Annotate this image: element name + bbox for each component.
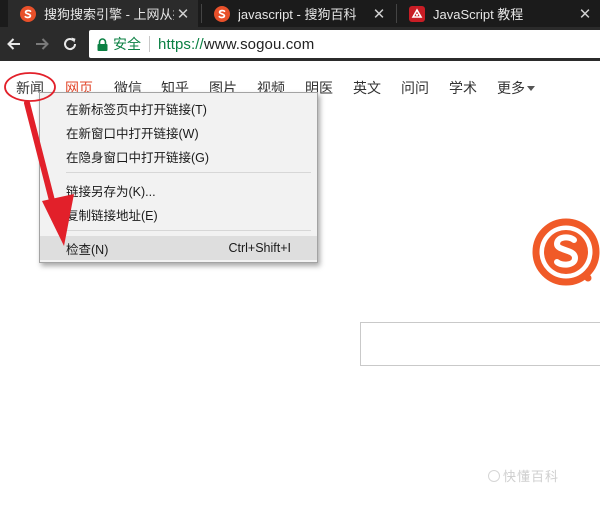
tab-title: 搜狗搜索引擎 - 上网从搜 [44,7,174,22]
arrow-right-icon [36,38,49,50]
menu-item-label: 在隐身窗口中打开链接(G) [66,150,210,165]
search-input[interactable] [360,322,600,366]
watermark-text: 快懂百科 [503,469,560,484]
url-scheme: https:// [158,35,204,53]
menu-item-copy-link-address[interactable]: 复制链接地址(E) [40,202,317,226]
sogou-favicon-icon [20,5,36,22]
address-bar[interactable]: 安全 https://www.sogou.com [89,30,600,58]
menu-item-save-link-as[interactable]: 链接另存为(K)... [40,178,317,202]
runoob-favicon-icon [409,5,425,22]
close-tab-icon[interactable]: ✕ [576,5,594,23]
menu-item-label: 检查(N) [66,242,109,257]
menu-item-inspect[interactable]: 检查(N) Ctrl+Shift+I [40,236,317,260]
menu-item-label: 链接另存为(K)... [66,184,156,199]
menu-separator [66,230,311,231]
menu-item-label: 在新窗口中打开链接(W) [66,126,199,141]
watermark-logo-icon [488,469,500,482]
tab-title: JavaScript 教程 [433,7,524,22]
watermark: 快懂百科 [488,466,559,485]
close-tab-icon[interactable]: ✕ [370,5,388,23]
address-divider [149,36,150,52]
close-tab-icon[interactable]: ✕ [174,5,192,23]
tab-javascript-tutorial[interactable]: JavaScript 教程 ✕ [397,0,600,27]
nav-item-more[interactable]: 更多 [497,78,535,98]
tab-strip: 搜狗搜索引擎 - 上网从搜 ✕ javascript - 搜狗百科 ✕ Java… [0,0,600,27]
nav-more-label: 更多 [497,80,525,96]
menu-item-open-new-tab[interactable]: 在新标签页中打开链接(T) [40,96,317,120]
menu-separator [66,172,311,173]
menu-item-open-new-window[interactable]: 在新窗口中打开链接(W) [40,120,317,144]
nav-item-scholar[interactable]: 学术 [449,78,477,98]
tab-sogou-search[interactable]: 搜狗搜索引擎 - 上网从搜 ✕ [8,0,198,27]
nav-item-english[interactable]: 英文 [353,78,381,98]
secure-label: 安全 [113,36,141,52]
tab-title: javascript - 搜狗百科 [238,7,357,22]
context-menu: 在新标签页中打开链接(T) 在新窗口中打开链接(W) 在隐身窗口中打开链接(G)… [39,92,318,263]
caret-down-icon [527,86,535,91]
menu-item-open-incognito[interactable]: 在隐身窗口中打开链接(G) [40,144,317,168]
sogou-logo [530,218,600,293]
lock-icon [97,37,108,51]
url-host: www.sogou.com [203,35,315,53]
menu-item-shortcut: Ctrl+Shift+I [228,241,291,255]
arrow-left-icon [7,38,20,50]
reload-button[interactable] [60,34,80,54]
url-text: https://www.sogou.com [158,36,314,53]
forward-button[interactable] [32,34,52,54]
browser-toolbar: 安全 https://www.sogou.com [0,27,600,61]
sogou-favicon-icon [214,5,230,22]
menu-item-label: 复制链接地址(E) [66,208,158,223]
tab-sogou-baike[interactable]: javascript - 搜狗百科 ✕ [202,0,394,27]
reload-icon [64,37,77,51]
menu-item-label: 在新标签页中打开链接(T) [66,102,207,117]
nav-item-wenwen[interactable]: 问问 [401,78,429,98]
back-button[interactable] [4,34,24,54]
